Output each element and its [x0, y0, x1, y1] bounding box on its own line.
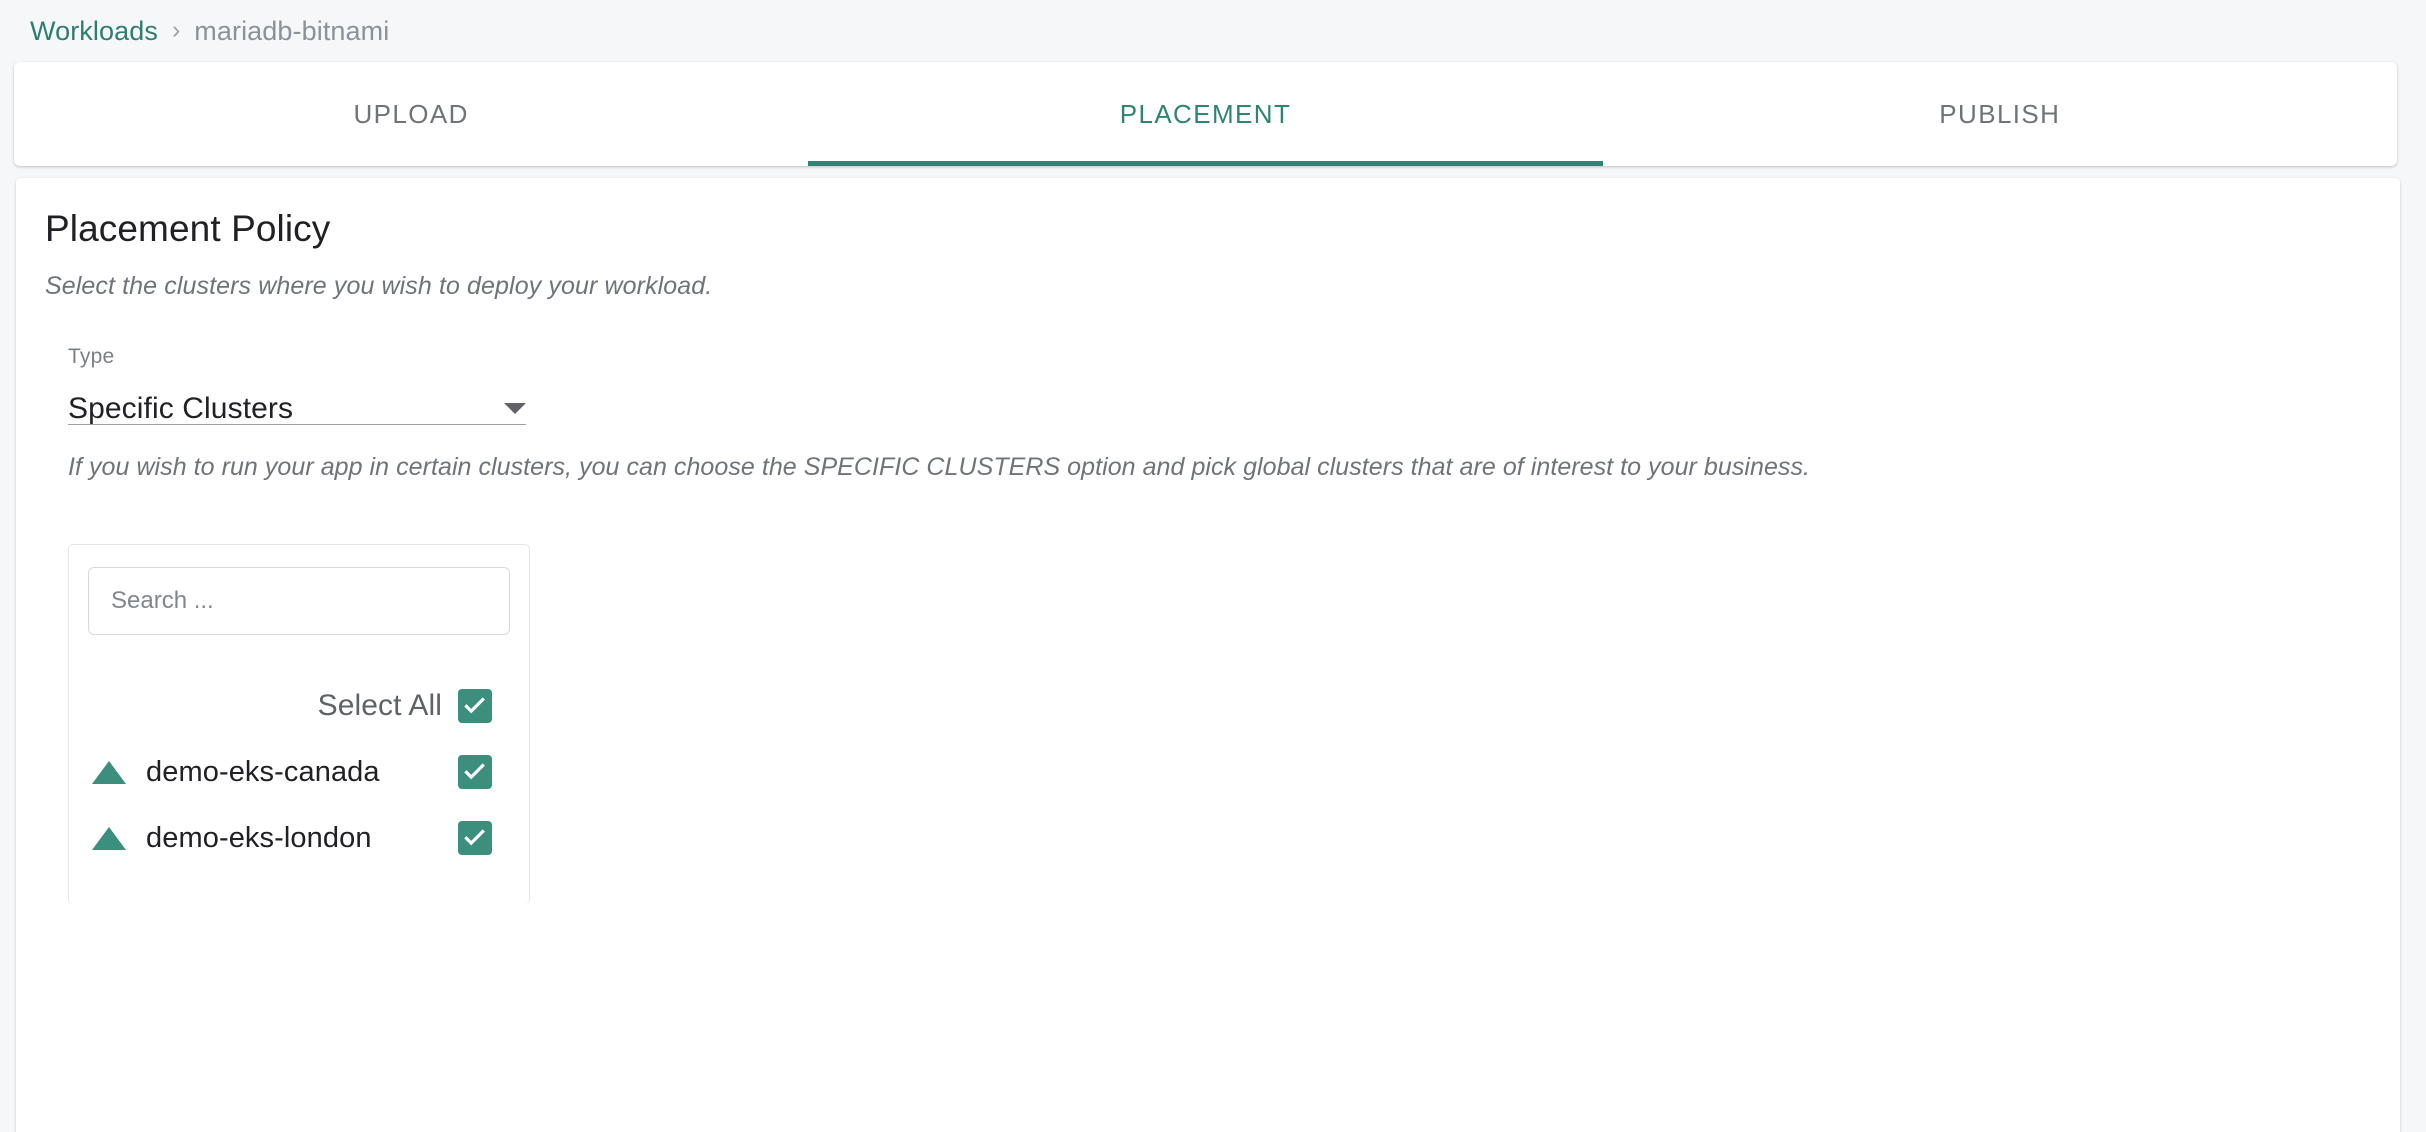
- tab-publish[interactable]: PUBLISH: [1603, 62, 2397, 166]
- cluster-name: demo-eks-london: [146, 821, 372, 854]
- tab-upload-label: UPLOAD: [353, 98, 469, 129]
- tab-bar: UPLOAD PLACEMENT PUBLISH: [14, 62, 2397, 166]
- chevron-down-icon: [504, 403, 526, 414]
- tab-upload[interactable]: UPLOAD: [14, 62, 808, 166]
- chevron-right-icon: ›: [171, 15, 181, 44]
- placement-panel: Placement Policy Select the clusters whe…: [16, 178, 2400, 1132]
- cluster-picker: Select All demo-eks-canada demo-eks-lond…: [68, 544, 530, 904]
- triangle-up-icon: [92, 760, 126, 784]
- cluster-checkbox[interactable]: [458, 821, 492, 855]
- tab-placement-label: PLACEMENT: [1119, 98, 1292, 129]
- cluster-checkbox[interactable]: [458, 755, 492, 789]
- type-select[interactable]: Specific Clusters: [68, 378, 526, 425]
- page-subtitle: Select the clusters where you wish to de…: [45, 272, 713, 300]
- cluster-name: demo-eks-canada: [146, 755, 380, 788]
- type-select-value: Specific Clusters: [68, 391, 294, 425]
- type-select-label: Type: [68, 345, 115, 368]
- breadcrumb-link-workloads[interactable]: Workloads: [30, 16, 158, 47]
- breadcrumb: Workloads › mariadb-bitnami: [0, 0, 2426, 62]
- triangle-up-icon: [92, 826, 126, 850]
- select-all-checkbox[interactable]: [458, 689, 492, 723]
- search-input[interactable]: [88, 567, 510, 635]
- tab-placement[interactable]: PLACEMENT: [808, 62, 1603, 166]
- type-select-hint: If you wish to run your app in certain c…: [68, 453, 1810, 481]
- list-item[interactable]: demo-eks-canada: [88, 755, 510, 789]
- list-item[interactable]: demo-eks-london: [88, 821, 510, 855]
- select-all-row[interactable]: Select All: [88, 689, 510, 723]
- select-all-label: Select All: [317, 689, 442, 722]
- type-select-field: Type Specific Clusters: [68, 345, 526, 425]
- breadcrumb-current: mariadb-bitnami: [194, 15, 390, 46]
- tab-publish-label: PUBLISH: [1939, 98, 2061, 129]
- page-title: Placement Policy: [45, 208, 331, 249]
